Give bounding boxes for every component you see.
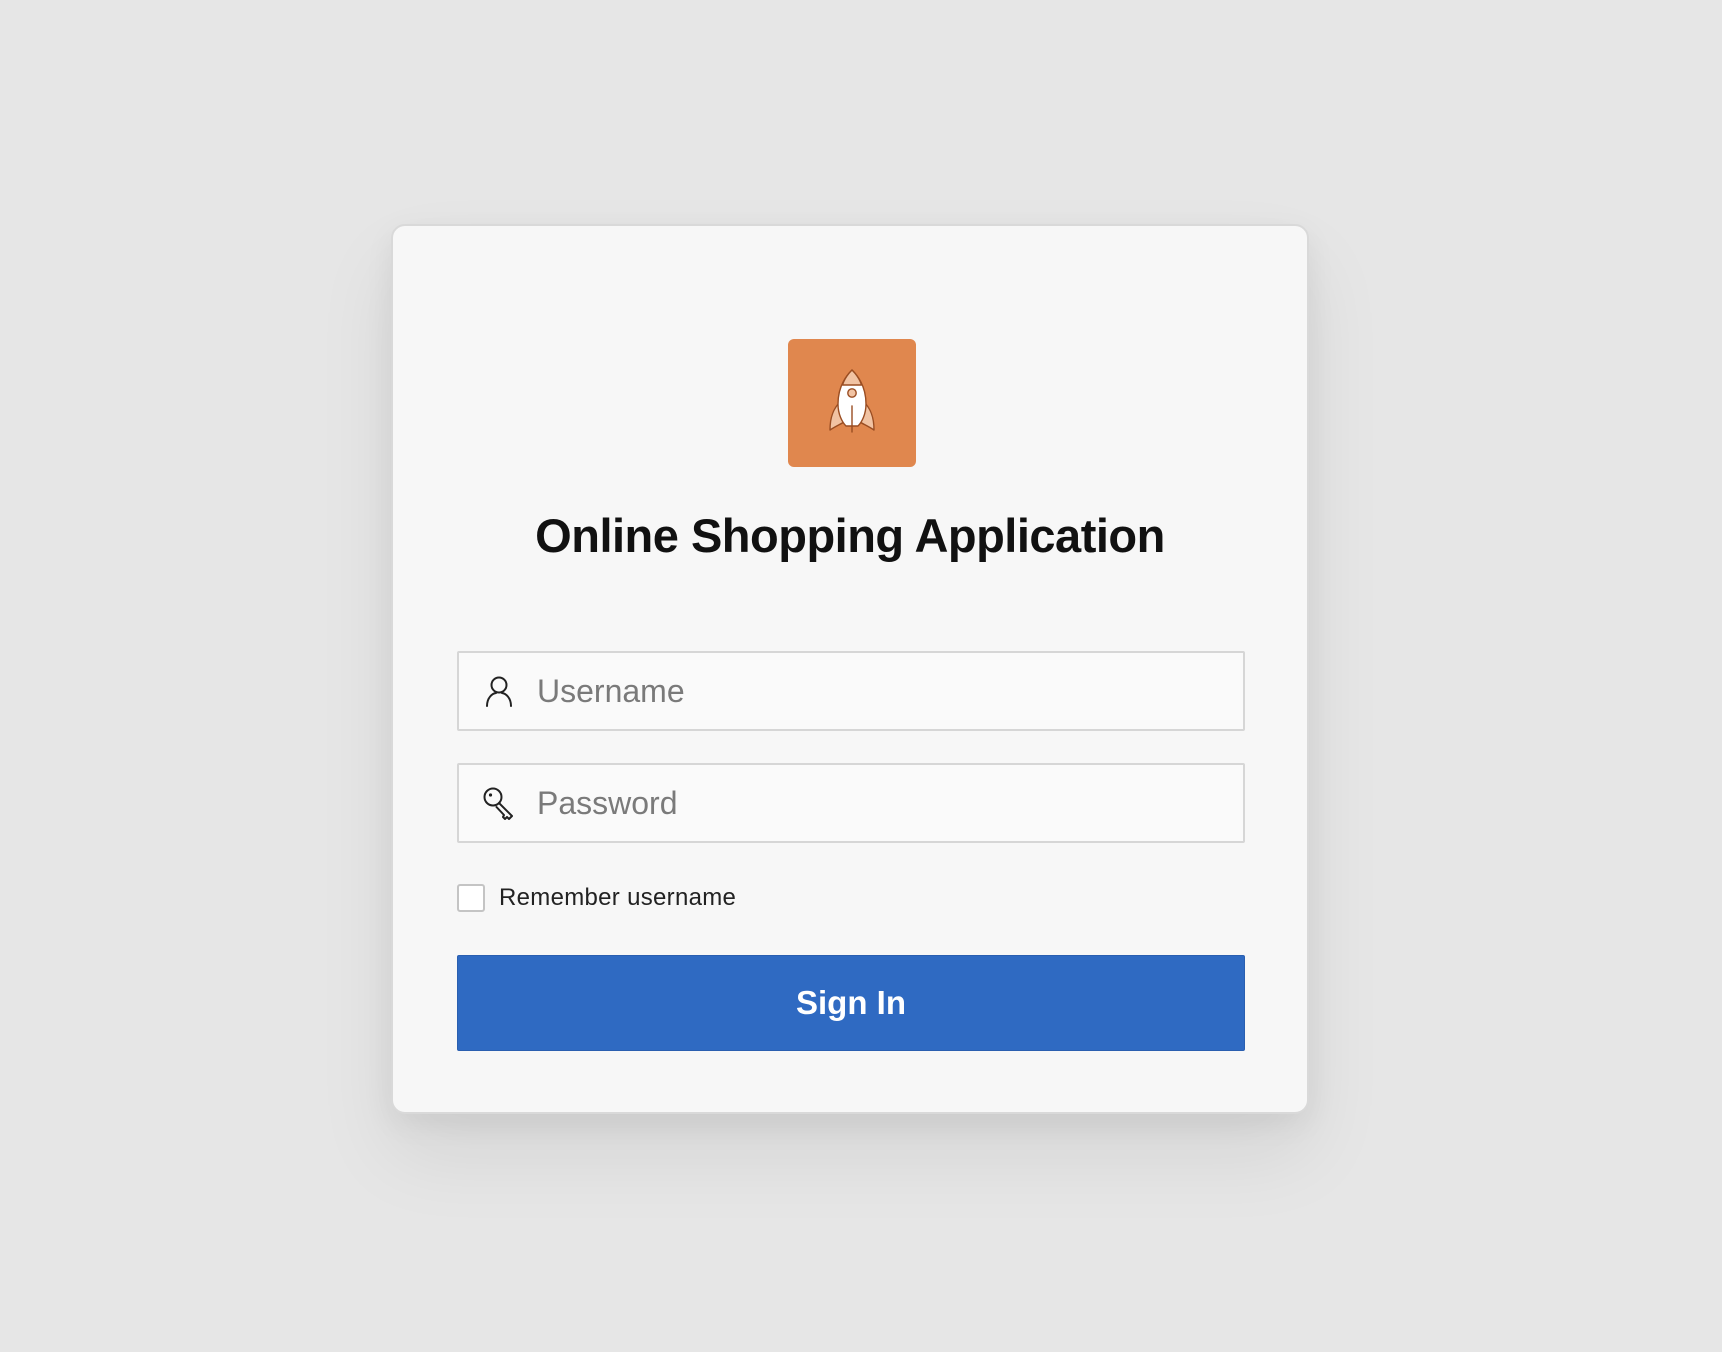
username-input[interactable] xyxy=(537,653,1243,729)
username-field[interactable] xyxy=(457,651,1245,731)
password-input[interactable] xyxy=(537,765,1243,841)
rocket-icon xyxy=(826,368,878,439)
user-icon xyxy=(481,673,517,709)
app-logo xyxy=(788,339,916,467)
sign-in-button[interactable]: Sign In xyxy=(457,955,1245,1051)
remember-checkbox[interactable] xyxy=(457,884,485,912)
login-card: Online Shopping Application Remember use… xyxy=(391,224,1309,1114)
remember-label[interactable]: Remember username xyxy=(499,884,736,912)
page-title: Online Shopping Application xyxy=(535,509,1165,562)
key-icon xyxy=(481,785,517,821)
password-field[interactable] xyxy=(457,763,1245,843)
remember-username[interactable]: Remember username xyxy=(457,882,736,914)
